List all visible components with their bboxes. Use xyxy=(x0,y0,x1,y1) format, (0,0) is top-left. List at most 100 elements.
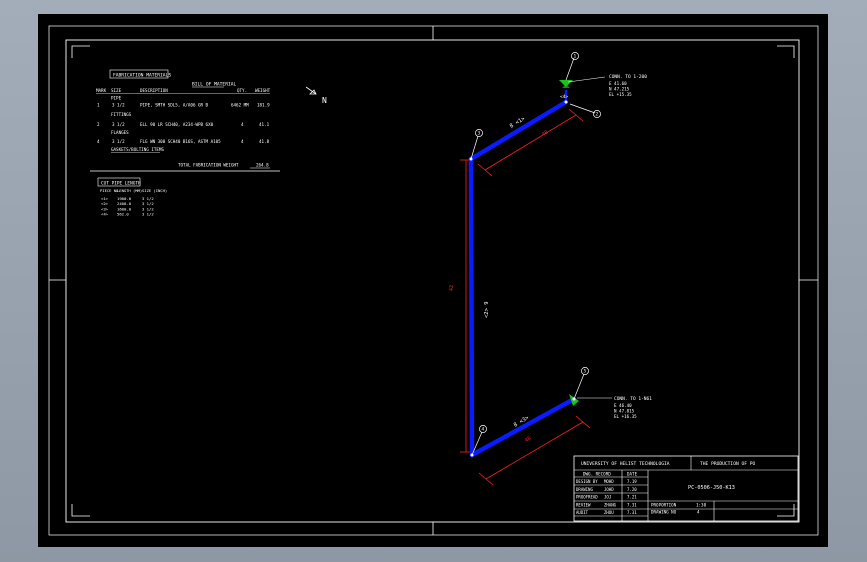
title-row-name: MOHD xyxy=(604,479,614,484)
callout-bottom: CONN. TO 1-N61 E 46.40 N 47.815 EL +16.3… xyxy=(577,396,652,419)
balloon: 1 xyxy=(571,52,579,60)
cut-cell-size: 3 1/2 xyxy=(142,212,154,217)
balloon-label: 4 xyxy=(482,427,485,433)
callout-line: E 41.60 xyxy=(609,81,627,86)
bom-cell-description: FLG WN 300 SCH40 B16S, ASTM A105 xyxy=(140,139,221,144)
bom-cell-description: PIPE, SMTH SDL5, A/A06 GR B xyxy=(140,103,209,108)
joint-dots xyxy=(469,100,576,457)
title-row-date: 7.31 xyxy=(627,502,637,507)
bom-header-description: DESCRIPTION xyxy=(140,88,168,93)
title-row-date: 7.21 xyxy=(627,495,637,500)
callout-line: EL +16.35 xyxy=(614,414,637,419)
cut-table-header: LENGTH (MM) xyxy=(117,188,142,193)
title-row-label: REVIEW xyxy=(576,502,591,507)
title-row-label: AUDIT xyxy=(576,510,589,515)
bom-row: 1 3 1/2 PIPE, SMTH SDL5, A/A06 GR B 6462… xyxy=(97,103,270,108)
title-project: THE PRODUCTION OF PO xyxy=(700,461,756,467)
balloon-label: 5 xyxy=(584,369,587,375)
pipe-label-vertical: <2> 9 xyxy=(484,301,490,318)
callout-title: CONN. TO 1-N61 xyxy=(614,396,652,402)
bom-cell-weight: 41.8 xyxy=(259,139,270,144)
bom-cell-size: 3 1/2 xyxy=(112,122,125,127)
bom-gaskets-label: GASKETS/BOLTING ITEMS xyxy=(111,147,164,152)
balloon: 2 xyxy=(593,110,601,118)
pipe-label-upper-end: <4> xyxy=(560,94,568,100)
title-row-name: JOJ xyxy=(604,495,611,500)
cut-length-table: CUT PIPE LENGTH PIECE NO. LENGTH (MM) SI… xyxy=(97,177,167,217)
bom-cell-qty: 6462 MM xyxy=(231,103,249,108)
title-date-header: DATE xyxy=(627,472,638,477)
title-row-date: 7.31 xyxy=(627,510,637,515)
title-block-row: DESIGN BY MOHD 7.19 xyxy=(576,479,637,484)
north-arrow: N xyxy=(305,86,327,105)
callout-line: EL +15.35 xyxy=(609,92,632,97)
valve-top xyxy=(559,80,573,88)
bom-cell-weight: 181.9 xyxy=(257,103,270,108)
title-drawing-no-value: 4 xyxy=(697,510,700,515)
title-block-row: DRAWING JOHD 7.20 xyxy=(576,487,637,492)
balloon: 5 xyxy=(581,367,589,375)
title-block-rows: DESIGN BY MOHD 7.19 DRAWING JOHD 7.20 PROOFREA… xyxy=(576,479,637,515)
pipe-segment-bottom xyxy=(469,396,577,458)
bom-cell-size: 3 1/2 xyxy=(112,139,125,144)
cut-table-row: <4> 562.0 3 1/2 xyxy=(101,212,154,217)
callout-line: E 46.40 xyxy=(614,403,632,408)
bom-cell-qty: 4 xyxy=(241,139,244,144)
inner-frame xyxy=(65,39,800,523)
cut-cell-piece: <4> xyxy=(101,212,109,217)
callout-top: CONN. TO 1-200 E 41.60 N 47.215 EL +15.3… xyxy=(567,74,647,97)
balloon-label: 1 xyxy=(574,54,577,60)
bom-row: 4 3 1/2 FLG WN 300 SCH40 B16S, ASTM A105… xyxy=(97,139,270,144)
bom-header-qty: QTY. xyxy=(237,88,247,93)
title-block: UNIVERSITY OF HELIST TECHNOLOGIA THE PRO… xyxy=(573,455,799,522)
cut-cell-length: 562.0 xyxy=(117,212,129,217)
cut-table-header: SIZE (INCH) xyxy=(142,188,167,193)
title-university: UNIVERSITY OF HELIST TECHNOLOGIA xyxy=(581,461,670,467)
bom-subtitle: BILL OF MATERIAL xyxy=(192,82,236,88)
callout-line: N 47.215 xyxy=(609,87,630,92)
bom-cell-description: ELL 90 LR SCH40, A234-WPB 6X0 xyxy=(140,122,214,127)
title-row-label: DESIGN BY xyxy=(576,479,598,484)
title-row-name: ZHOU xyxy=(604,510,614,515)
title-block-row: PROOFREAD JOJ 7.21 xyxy=(576,495,637,500)
title-block-row: AUDIT ZHOU 7.31 xyxy=(576,510,637,515)
balloon-leaders xyxy=(470,57,596,456)
balloon: 3 xyxy=(475,129,483,137)
bom-header-mark: MARK xyxy=(96,88,107,93)
bom-header-size: SIZE xyxy=(111,88,122,93)
balloon: 4 xyxy=(479,425,487,433)
pipe-run xyxy=(468,99,577,458)
balloon-label: 2 xyxy=(596,112,599,118)
north-label: N xyxy=(322,96,327,105)
title-proportion-label: PROPORTION xyxy=(651,503,677,508)
dimension-label-top: 48 xyxy=(541,129,549,137)
bom-section-label: FLANGES xyxy=(111,130,129,135)
callout-title: CONN. TO 1-200 xyxy=(609,74,647,80)
bom-cell-mark: 1 xyxy=(97,103,100,108)
bom-header-weight: WEIGHT xyxy=(255,88,271,93)
title-record-header: DWG. RECORD xyxy=(583,472,611,477)
title-drawing-number: PC-0506-J50-K13 xyxy=(688,485,735,491)
balloon-label: 3 xyxy=(478,131,481,137)
pipe-segment-top xyxy=(468,99,569,162)
bom-total-label: TOTAL FABRICATION WEIGHT xyxy=(178,163,239,168)
cut-table-title: CUT PIPE LENGTH xyxy=(101,181,141,187)
bom-section-label: PIPE xyxy=(111,96,122,101)
bom-cell-weight: 41.1 xyxy=(259,122,270,127)
cut-table-rows: <1> 1900.0 3 1/2<2> 2400.0 3 1/2<3> 1600.0 3 1… xyxy=(101,196,154,217)
pipe-segment-vertical xyxy=(468,156,475,458)
bom-section-label: FITTINGS xyxy=(111,112,132,117)
bom-cell-qty: 4 xyxy=(241,122,244,127)
bom-cell-mark: 2 xyxy=(97,122,100,127)
bom-cell-size: 3 1/2 xyxy=(112,103,125,108)
title-proportion-value: 1:30 xyxy=(696,503,707,508)
title-block-row: REVIEW ZHANG 7.31 xyxy=(576,502,637,507)
bom-title: FABRICATION MATERIALS xyxy=(113,73,171,79)
title-row-name: JOHD xyxy=(604,487,614,492)
bom-total-value: 264.8 xyxy=(256,163,269,168)
title-row-date: 7.19 xyxy=(627,479,637,484)
title-drawing-no-label: DRAWING NO xyxy=(651,510,677,515)
corner-marks xyxy=(71,45,795,517)
title-row-date: 7.20 xyxy=(627,487,637,492)
title-row-label: DRAWING xyxy=(576,487,593,492)
